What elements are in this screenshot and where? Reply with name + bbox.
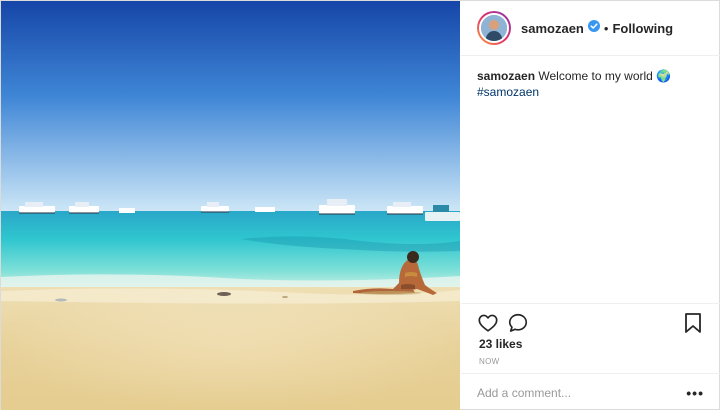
caption-hashtag[interactable]: #samozaen: [477, 84, 704, 100]
following-button[interactable]: Following: [612, 21, 673, 36]
post-side-panel: samozaen • Following samozaen Welcome to…: [461, 1, 720, 410]
post-photo[interactable]: [1, 1, 460, 410]
post-actions: [461, 303, 720, 341]
instagram-post: samozaen • Following samozaen Welcome to…: [0, 0, 720, 410]
avatar[interactable]: [477, 11, 511, 45]
verified-badge-icon: [587, 19, 600, 37]
header-separator: •: [603, 20, 609, 36]
caption-text: Welcome to my world 🌍: [538, 69, 672, 83]
username-link[interactable]: samozaen: [521, 21, 584, 36]
caption-username[interactable]: samozaen: [477, 69, 535, 83]
comment-bar: •••: [461, 373, 720, 410]
post-header: samozaen • Following: [461, 1, 720, 56]
beach-photo: [1, 1, 460, 410]
likes-count[interactable]: 23 likes: [479, 337, 522, 351]
post-caption: samozaen Welcome to my world 🌍 #samozaen: [461, 56, 720, 100]
comment-input[interactable]: [477, 385, 657, 400]
heart-icon[interactable]: [477, 312, 499, 339]
comment-icon[interactable]: [507, 312, 529, 339]
more-options-icon[interactable]: •••: [686, 386, 704, 400]
post-timestamp: NOW: [479, 357, 500, 366]
bookmark-icon[interactable]: [684, 313, 702, 338]
